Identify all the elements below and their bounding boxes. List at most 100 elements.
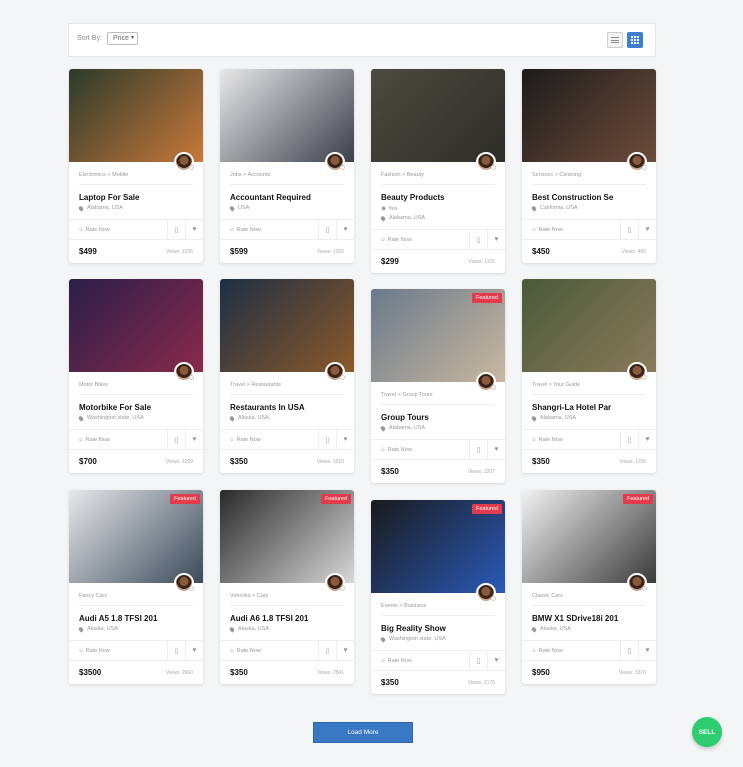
sort-select[interactable]: Price ▾ bbox=[107, 32, 138, 45]
listing-title[interactable]: Audi A5 1.8 TFSI 201 bbox=[79, 614, 193, 623]
listing-card[interactable]: Featured Vehicles > Cars Audi A6 1.8 TFS… bbox=[220, 490, 354, 684]
favorite-button[interactable]: ♥ bbox=[638, 220, 656, 239]
listing-category[interactable]: Services > Cleaning bbox=[532, 172, 646, 185]
list-view-button[interactable] bbox=[607, 32, 623, 48]
listing-category[interactable]: Jobs > Accounts bbox=[230, 172, 344, 185]
listing-card[interactable]: Featured Fancy Cars Audi A5 1.8 TFSI 201… bbox=[69, 490, 203, 684]
listing-title[interactable]: Restaurants In USA bbox=[230, 403, 344, 412]
phone-button[interactable]: ▯ bbox=[318, 641, 336, 660]
rate-now-button[interactable]: ☺ Rate Now bbox=[220, 430, 318, 449]
seller-avatar[interactable] bbox=[627, 362, 647, 382]
seller-avatar[interactable] bbox=[476, 372, 496, 392]
listing-category[interactable]: Travel > Group Tours bbox=[381, 392, 495, 405]
listing-title[interactable]: Shangri-La Hotel Par bbox=[532, 403, 646, 412]
listing-category[interactable]: Travel > Restaurants bbox=[230, 382, 344, 395]
listing-title[interactable]: Accountant Required bbox=[230, 193, 344, 202]
sell-button[interactable]: SELL bbox=[692, 717, 722, 747]
favorite-button[interactable]: ♥ bbox=[487, 230, 505, 249]
listing-title[interactable]: Laptop For Sale bbox=[79, 193, 193, 202]
phone-button[interactable]: ▯ bbox=[167, 641, 185, 660]
seller-avatar[interactable] bbox=[476, 152, 496, 172]
listing-photo[interactable] bbox=[522, 279, 656, 372]
listing-title[interactable]: Best Construction Se bbox=[532, 193, 646, 202]
listing-title[interactable]: Group Tours bbox=[381, 413, 495, 422]
listing-category[interactable]: Vehicles > Cars bbox=[230, 593, 344, 606]
load-more-button[interactable]: Load More bbox=[313, 722, 413, 743]
favorite-button[interactable]: ♥ bbox=[487, 440, 505, 459]
listing-photo[interactable] bbox=[220, 279, 354, 372]
seller-avatar[interactable] bbox=[476, 583, 496, 603]
favorite-button[interactable]: ♥ bbox=[336, 220, 354, 239]
phone-button[interactable]: ▯ bbox=[469, 651, 487, 670]
phone-button[interactable]: ▯ bbox=[620, 220, 638, 239]
rate-now-button[interactable]: ☺ Rate Now bbox=[371, 230, 469, 249]
listing-card[interactable]: Fashion > Beauty Beauty Products ◉ Yes Al… bbox=[371, 69, 505, 273]
listing-card[interactable]: Motor Bikes Motorbike For Sale Washingto… bbox=[69, 279, 203, 473]
listing-card[interactable]: Featured Travel > Group Tours Group Tour… bbox=[371, 289, 505, 483]
listing-category[interactable]: Motor Bikes bbox=[79, 382, 193, 395]
rate-now-button[interactable]: ☺ Rate Now bbox=[371, 651, 469, 670]
grid-view-button[interactable] bbox=[627, 32, 643, 48]
listing-card[interactable]: Travel > Restaurants Restaurants In USA … bbox=[220, 279, 354, 473]
listing-card[interactable]: Travel > Tour Guide Shangri-La Hotel Par… bbox=[522, 279, 656, 473]
listing-photo[interactable] bbox=[522, 69, 656, 162]
listing-photo[interactable] bbox=[69, 69, 203, 162]
listing-card[interactable]: Electronics > Mobile Laptop For Sale Ala… bbox=[69, 69, 203, 263]
listing-category[interactable]: Travel > Tour Guide bbox=[532, 382, 646, 395]
rate-now-button[interactable]: ☺ Rate Now bbox=[522, 220, 620, 239]
seller-avatar[interactable] bbox=[325, 362, 345, 382]
favorite-button[interactable]: ♥ bbox=[336, 641, 354, 660]
rate-now-button[interactable]: ☺ Rate Now bbox=[69, 641, 167, 660]
phone-button[interactable]: ▯ bbox=[620, 641, 638, 660]
phone-button[interactable]: ▯ bbox=[620, 430, 638, 449]
rate-now-button[interactable]: ☺ Rate Now bbox=[371, 440, 469, 459]
phone-button[interactable]: ▯ bbox=[167, 220, 185, 239]
favorite-button[interactable]: ♥ bbox=[487, 651, 505, 670]
listing-title[interactable]: BMW X1 SDrive18i 201 bbox=[532, 614, 646, 623]
seller-avatar[interactable] bbox=[627, 152, 647, 172]
favorite-button[interactable]: ♥ bbox=[185, 220, 203, 239]
listing-photo[interactable]: Featured bbox=[371, 289, 505, 382]
phone-button[interactable]: ▯ bbox=[318, 430, 336, 449]
favorite-button[interactable]: ♥ bbox=[185, 641, 203, 660]
listing-card[interactable]: Featured Events > Business Big Reality S… bbox=[371, 500, 505, 694]
phone-button[interactable]: ▯ bbox=[318, 220, 336, 239]
rate-now-button[interactable]: ☺ Rate Now bbox=[522, 641, 620, 660]
seller-avatar[interactable] bbox=[174, 573, 194, 593]
seller-avatar[interactable] bbox=[174, 152, 194, 172]
listing-photo[interactable]: Featured bbox=[371, 500, 505, 593]
favorite-button[interactable]: ♥ bbox=[336, 430, 354, 449]
seller-avatar[interactable] bbox=[325, 573, 345, 593]
phone-button[interactable]: ▯ bbox=[469, 230, 487, 249]
seller-avatar[interactable] bbox=[174, 362, 194, 382]
favorite-button[interactable]: ♥ bbox=[638, 641, 656, 660]
seller-avatar[interactable] bbox=[325, 152, 345, 172]
favorite-button[interactable]: ♥ bbox=[185, 430, 203, 449]
listing-card[interactable]: Services > Cleaning Best Construction Se… bbox=[522, 69, 656, 263]
listing-photo[interactable] bbox=[220, 69, 354, 162]
listing-category[interactable]: Events > Business bbox=[381, 603, 495, 616]
listing-category[interactable]: Classic Cars bbox=[532, 593, 646, 606]
listing-photo[interactable] bbox=[69, 279, 203, 372]
rate-now-button[interactable]: ☺ Rate Now bbox=[220, 220, 318, 239]
listing-photo[interactable] bbox=[371, 69, 505, 162]
rate-now-button[interactable]: ☺ Rate Now bbox=[69, 220, 167, 239]
listing-title[interactable]: Big Reality Show bbox=[381, 624, 495, 633]
listing-category[interactable]: Fashion > Beauty bbox=[381, 172, 495, 185]
phone-button[interactable]: ▯ bbox=[167, 430, 185, 449]
rate-now-button[interactable]: ☺ Rate Now bbox=[522, 430, 620, 449]
listing-photo[interactable]: Featured bbox=[220, 490, 354, 583]
favorite-button[interactable]: ♥ bbox=[638, 430, 656, 449]
seller-avatar[interactable] bbox=[627, 573, 647, 593]
listing-title[interactable]: Motorbike For Sale bbox=[79, 403, 193, 412]
listing-card[interactable]: Jobs > Accounts Accountant Required USA … bbox=[220, 69, 354, 263]
listing-photo[interactable]: Featured bbox=[522, 490, 656, 583]
listing-title[interactable]: Beauty Products bbox=[381, 193, 495, 202]
listing-category[interactable]: Fancy Cars bbox=[79, 593, 193, 606]
rate-now-button[interactable]: ☺ Rate Now bbox=[69, 430, 167, 449]
phone-button[interactable]: ▯ bbox=[469, 440, 487, 459]
listing-category[interactable]: Electronics > Mobile bbox=[79, 172, 193, 185]
listing-card[interactable]: Featured Classic Cars BMW X1 SDrive18i 2… bbox=[522, 490, 656, 684]
listing-title[interactable]: Audi A6 1.8 TFSI 201 bbox=[230, 614, 344, 623]
rate-now-button[interactable]: ☺ Rate Now bbox=[220, 641, 318, 660]
